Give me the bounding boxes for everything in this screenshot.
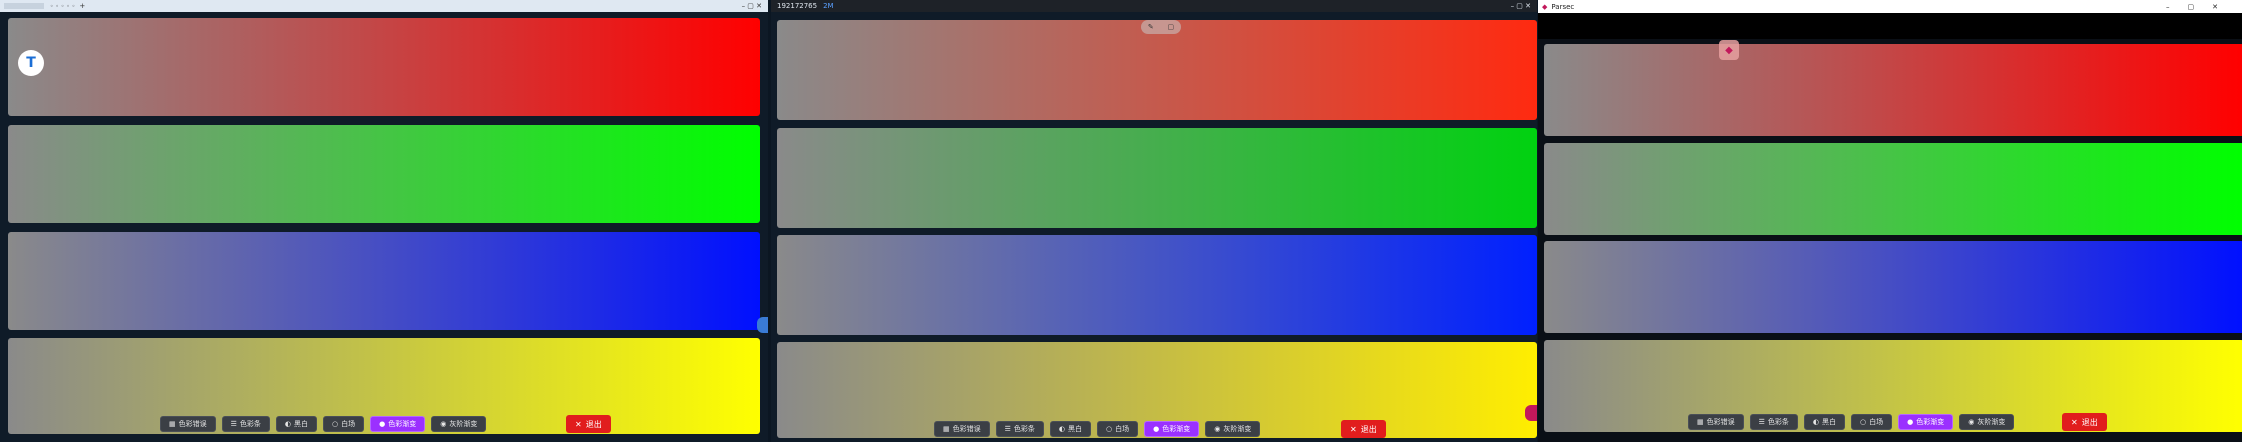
color-gradient-button[interactable]: ● 色彩渐变: [1898, 414, 1954, 430]
right-toolbar: ▦ 色彩错误 ☰ 色彩条 ◐ 黑白 ○ 白场 ● 色彩渐变 ◉ 灰阶渐变: [1688, 414, 2015, 430]
color-gradient-button[interactable]: ● 色彩渐变: [1144, 421, 1200, 437]
color-error-button[interactable]: ▦ 色彩错误: [934, 421, 990, 437]
gray-gradient-button[interactable]: ◉ 灰阶渐变: [1959, 414, 2015, 430]
black-white-button[interactable]: ◐ 黑白: [1803, 414, 1846, 430]
contrast-icon: ◐: [1812, 418, 1820, 426]
green-gradient-bar: [777, 128, 1537, 228]
middle-title: 192172765: [777, 2, 818, 10]
side-handle-icon[interactable]: [1525, 405, 1537, 421]
color-bars-button[interactable]: ☰ 色彩条: [1749, 414, 1798, 430]
color-error-button[interactable]: ▦ 色彩错误: [160, 416, 216, 432]
tab-icons: ◦ ◦ ◦ ◦ ◦: [50, 2, 76, 10]
exit-button[interactable]: ✕ 退出: [1341, 420, 1386, 438]
blue-gradient-bar: [777, 235, 1537, 335]
drop-icon: ●: [1907, 418, 1914, 426]
circle-icon: ○: [332, 420, 339, 428]
middle-titlebar: 192172765 2M – ▢ ✕: [771, 0, 1537, 12]
bars-icon: ☰: [1758, 418, 1765, 426]
red-gradient-bar: [1544, 44, 2242, 136]
drop-icon: ●: [379, 420, 386, 428]
white-field-button[interactable]: ○ 白场: [1851, 414, 1893, 430]
dot-icon: ◉: [1968, 418, 1975, 426]
circle-icon: ○: [1106, 425, 1113, 433]
side-handle-icon[interactable]: [757, 317, 768, 333]
window-controls[interactable]: – ▢ ✕: [1511, 2, 1531, 10]
dot-icon: ◉: [1214, 425, 1221, 433]
grid-icon: ▦: [943, 425, 950, 433]
pen-icon[interactable]: ✎: [1148, 23, 1154, 31]
app-logo-icon[interactable]: T: [18, 50, 44, 76]
black-white-button[interactable]: ◐ 黑白: [1049, 421, 1092, 437]
gray-gradient-button[interactable]: ◉ 灰阶渐变: [431, 416, 487, 432]
close-icon: ✕: [575, 419, 582, 429]
bars-icon: ☰: [1004, 425, 1011, 433]
exit-button[interactable]: ✕ 退出: [566, 415, 611, 433]
window-controls[interactable]: –▢✕: [2166, 3, 2236, 11]
letterbox-top: [1538, 13, 2242, 39]
right-window: ◆ Parsec –▢✕ ◆ ▦ 色彩错误 ☰ 色彩条 ◐ 黑白 ○ 白场 ● 色彩渐变 …: [1538, 0, 2242, 442]
color-bars-button[interactable]: ☰ 色彩条: [221, 416, 270, 432]
left-toolbar: ▦ 色彩错误 ☰ 色彩条 ◐ 黑白 ○ 白场 ● 色彩渐变 ◉ 灰阶渐变: [160, 416, 487, 432]
color-bars-button[interactable]: ☰ 色彩条: [995, 421, 1044, 437]
middle-toolbar: ▦ 色彩错误 ☰ 色彩条 ◐ 黑白 ○ 白场 ● 色彩渐变 ◉ 灰阶渐变: [934, 421, 1261, 437]
blue-gradient-bar: [8, 232, 760, 330]
dot-icon: ◉: [440, 420, 447, 428]
right-titlebar: ◆ Parsec –▢✕: [1538, 0, 2242, 13]
exit-button[interactable]: ✕ 退出: [2062, 413, 2107, 431]
black-white-button[interactable]: ◐ 黑白: [275, 416, 318, 432]
green-gradient-bar: [8, 125, 760, 223]
screen: ◦ ◦ ◦ ◦ ◦ + – ▢ ✕ T ▦ 色彩错误 ☰ 色彩条 ◐ 黑白 ○ 白场 ●…: [0, 0, 2242, 442]
grid-icon: ▦: [1697, 418, 1704, 426]
middle-window: 192172765 2M – ▢ ✕ ✎ ▢ ▦ 色彩错误 ☰ 色彩条 ◐ 黑白 ○ 白场…: [771, 0, 1537, 442]
grid-icon: ▦: [169, 420, 176, 428]
red-gradient-bar: [8, 18, 760, 116]
browser-tab[interactable]: [4, 3, 44, 9]
minimize-icon[interactable]: ▢: [1168, 23, 1175, 31]
left-window: ◦ ◦ ◦ ◦ ◦ + – ▢ ✕ T ▦ 色彩错误 ☰ 色彩条 ◐ 黑白 ○ 白场 ●…: [0, 0, 768, 442]
close-icon: ✕: [2071, 417, 2078, 427]
blue-gradient-bar: [1544, 241, 2242, 333]
bitrate-badge: 2M: [823, 2, 834, 10]
contrast-icon: ◐: [284, 420, 292, 428]
bars-icon: ☰: [230, 420, 237, 428]
green-gradient-bar: [1544, 143, 2242, 235]
window-controls[interactable]: – ▢ ✕: [742, 2, 762, 10]
left-browser-tabbar: ◦ ◦ ◦ ◦ ◦ + – ▢ ✕: [0, 0, 768, 12]
color-gradient-button[interactable]: ● 色彩渐变: [370, 416, 426, 432]
drop-icon: ●: [1153, 425, 1160, 433]
white-field-button[interactable]: ○ 白场: [1097, 421, 1139, 437]
color-error-button[interactable]: ▦ 色彩错误: [1688, 414, 1744, 430]
close-icon: ✕: [1350, 424, 1357, 434]
gray-gradient-button[interactable]: ◉ 灰阶渐变: [1205, 421, 1261, 437]
parsec-overlay-icon[interactable]: ◆: [1719, 40, 1739, 60]
right-title: Parsec: [1551, 2, 1575, 11]
new-tab-icon[interactable]: +: [79, 2, 85, 10]
parsec-logo-icon: ◆: [1542, 2, 1548, 11]
circle-icon: ○: [1860, 418, 1867, 426]
contrast-icon: ◐: [1058, 425, 1066, 433]
remote-control-pill[interactable]: ✎ ▢: [1141, 20, 1181, 34]
red-gradient-bar: [777, 20, 1537, 120]
white-field-button[interactable]: ○ 白场: [323, 416, 365, 432]
